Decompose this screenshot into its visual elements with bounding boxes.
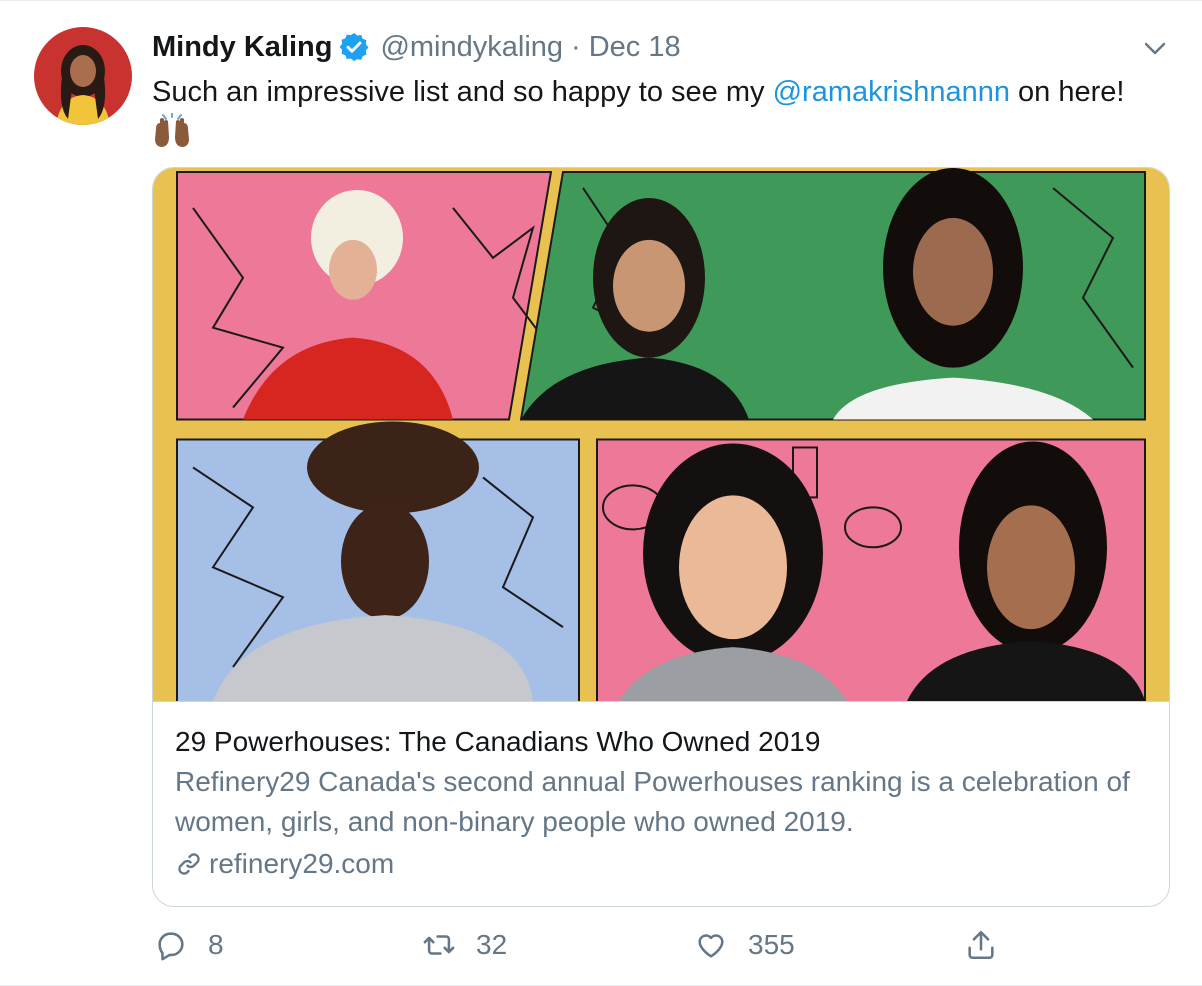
reply-count: 8 <box>208 929 224 960</box>
tweet-date[interactable]: Dec 18 <box>589 31 681 64</box>
author-avatar[interactable] <box>34 27 132 125</box>
retweet-icon <box>423 935 455 955</box>
tweet-text: Such an impressive list and so happy to … <box>152 71 1152 156</box>
card-title[interactable]: 29 Powerhouses: The Canadians Who Owned … <box>175 722 1155 762</box>
tweet-header: Mindy Kaling @mindykaling · Dec 18 <box>152 29 681 65</box>
author-handle[interactable]: @mindykaling <box>380 31 563 64</box>
reply-icon <box>158 932 184 961</box>
card-image <box>153 168 1169 702</box>
retweet-button[interactable]: 32 <box>422 923 507 967</box>
tweet[interactable]: Mindy Kaling @mindykaling · Dec 18 Such … <box>0 0 1202 986</box>
reply-button[interactable]: 8 <box>154 923 224 967</box>
card-domain-text: refinery29.com <box>209 848 395 879</box>
header-separator: · <box>571 30 581 63</box>
chevron-down-icon[interactable] <box>1142 35 1168 61</box>
tweet-text-start: Such an impressive list and so happy to … <box>152 76 773 108</box>
share-icon <box>968 930 994 960</box>
tweet-actions: 8 32 355 <box>152 923 1052 967</box>
retweet-count: 32 <box>476 929 508 960</box>
link-card[interactable]: 29 Powerhouses: The Canadians Who Owned … <box>152 167 1170 907</box>
share-button[interactable] <box>964 923 998 967</box>
tweet-text-end: on here! <box>1009 76 1125 108</box>
card-description: Refinery29 Canada's second annual Powerh… <box>175 766 1130 837</box>
raising-hands-emoji <box>155 113 189 147</box>
verified-badge-icon <box>340 33 369 61</box>
link-icon <box>178 853 200 875</box>
like-icon <box>698 934 724 958</box>
mention-link[interactable]: @ramakrishnannn <box>773 76 1010 108</box>
card-body: 29 Powerhouses: The Canadians Who Owned … <box>175 722 1155 886</box>
like-count: 355 <box>748 929 795 960</box>
author-name[interactable]: Mindy Kaling <box>152 31 332 64</box>
like-button[interactable]: 355 <box>694 923 795 967</box>
card-domain[interactable]: refinery29.com <box>175 842 1155 886</box>
